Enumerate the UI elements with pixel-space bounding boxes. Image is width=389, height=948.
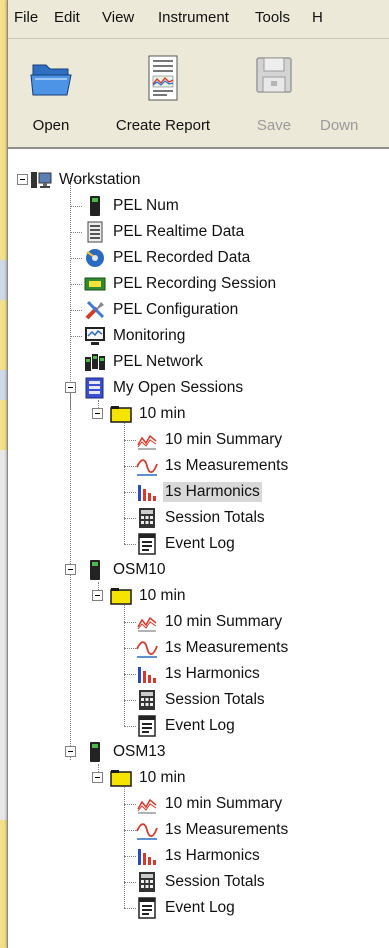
tree-measurements[interactable]: 1s Measurements <box>136 454 290 478</box>
menu-help[interactable]: H <box>312 9 323 26</box>
recorded-data-icon <box>84 247 106 269</box>
toolbar: Open Create Report Save Down <box>8 39 389 149</box>
harmonics-bar-icon <box>136 845 158 867</box>
tree-workstation[interactable]: Workstation <box>30 168 143 192</box>
tree-osm13-summary[interactable]: 10 min Summary <box>136 792 284 816</box>
save-disk-icon <box>256 57 292 93</box>
collapse-osm10-session-icon[interactable] <box>92 590 103 601</box>
collapse-session-icon[interactable] <box>92 408 103 419</box>
download-label: Down <box>320 117 359 134</box>
harmonics-bar-icon <box>136 663 158 685</box>
tree-osm10-measurements[interactable]: 1s Measurements <box>136 636 290 660</box>
measurements-wave-icon <box>136 637 158 659</box>
pel-device-icon <box>84 559 106 581</box>
calculator-icon <box>136 871 158 893</box>
pel-device-icon <box>84 741 106 763</box>
computer-icon <box>30 169 52 191</box>
tree-osm10-summary[interactable]: 10 min Summary <box>136 610 284 634</box>
create-report-button[interactable]: Create Report <box>98 39 228 147</box>
save-button[interactable]: Save <box>244 39 304 147</box>
tree-osm13-session[interactable]: 10 min <box>110 766 188 790</box>
tree-pel-recorded[interactable]: PEL Recorded Data <box>84 246 252 270</box>
tree-osm13-totals[interactable]: Session Totals <box>136 870 267 894</box>
open-button[interactable]: Open <box>16 39 86 147</box>
menu-instrument[interactable]: Instrument <box>158 9 229 26</box>
tree-summary[interactable]: 10 min Summary <box>136 428 284 452</box>
folder-icon <box>110 585 132 607</box>
selected-item-label: 1s Harmonics <box>163 482 262 502</box>
open-sessions-icon <box>84 377 106 399</box>
realtime-data-icon <box>84 221 106 243</box>
application-window: File Edit View Instrument Tools H Open C… <box>7 0 389 948</box>
collapse-osm13-icon[interactable] <box>65 746 76 757</box>
event-log-icon <box>136 715 158 737</box>
tree-harmonics[interactable]: 1s Harmonics <box>136 480 262 504</box>
tree-pel-configuration[interactable]: PEL Configuration <box>84 298 240 322</box>
tree-osm10-event-log[interactable]: Event Log <box>136 714 237 738</box>
measurements-wave-icon <box>136 455 158 477</box>
wrench-icon <box>84 299 106 321</box>
tree-osm13-event-log[interactable]: Event Log <box>136 896 237 920</box>
network-icon <box>84 351 106 373</box>
menu-edit[interactable]: Edit <box>54 9 80 26</box>
tree-pel-num[interactable]: PEL Num <box>84 194 181 218</box>
collapse-open-sessions-icon[interactable] <box>65 382 76 393</box>
tree-monitoring[interactable]: Monitoring <box>84 324 187 348</box>
tree-pel-recording-session[interactable]: PEL Recording Session <box>84 272 278 296</box>
folder-icon <box>110 403 132 425</box>
tree-osm10-totals[interactable]: Session Totals <box>136 688 267 712</box>
event-log-icon <box>136 533 158 555</box>
tree-pel-network[interactable]: PEL Network <box>84 350 205 374</box>
create-report-label: Create Report <box>115 117 211 134</box>
tree-session-10min[interactable]: 10 min <box>110 402 188 426</box>
pel-device-icon <box>84 195 106 217</box>
tree-osm10[interactable]: OSM10 <box>84 558 168 582</box>
open-label: Open <box>32 117 70 134</box>
tree-session-totals[interactable]: Session Totals <box>136 506 267 530</box>
tree-osm13[interactable]: OSM13 <box>84 740 168 764</box>
menu-view[interactable]: View <box>102 9 134 26</box>
tree-osm10-session[interactable]: 10 min <box>110 584 188 608</box>
session-tree: Workstation PEL Num PEL Realtime Data PE… <box>8 150 389 948</box>
monitor-icon <box>84 325 106 347</box>
summary-chart-icon <box>136 793 158 815</box>
menu-tools[interactable]: Tools <box>255 9 290 26</box>
report-icon <box>148 55 178 101</box>
harmonics-bar-icon <box>136 481 158 503</box>
collapse-osm10-icon[interactable] <box>65 564 76 575</box>
tree-osm10-harmonics[interactable]: 1s Harmonics <box>136 662 262 686</box>
recording-session-icon <box>84 273 106 295</box>
menu-file[interactable]: File <box>14 9 38 26</box>
calculator-icon <box>136 507 158 529</box>
menu-bar: File Edit View Instrument Tools H <box>8 0 389 39</box>
summary-chart-icon <box>136 611 158 633</box>
calculator-icon <box>136 689 158 711</box>
tree-event-log[interactable]: Event Log <box>136 532 237 556</box>
event-log-icon <box>136 897 158 919</box>
save-label: Save <box>256 117 292 134</box>
collapse-workstation-icon[interactable] <box>17 174 28 185</box>
tree-my-open-sessions[interactable]: My Open Sessions <box>84 376 245 400</box>
open-folder-icon <box>30 64 72 96</box>
tree-osm13-harmonics[interactable]: 1s Harmonics <box>136 844 262 868</box>
measurements-wave-icon <box>136 819 158 841</box>
folder-icon <box>110 767 132 789</box>
collapse-osm13-session-icon[interactable] <box>92 772 103 783</box>
summary-chart-icon <box>136 429 158 451</box>
download-button[interactable]: Down <box>314 39 389 147</box>
tree-osm13-measurements[interactable]: 1s Measurements <box>136 818 290 842</box>
tree-pel-realtime[interactable]: PEL Realtime Data <box>84 220 246 244</box>
